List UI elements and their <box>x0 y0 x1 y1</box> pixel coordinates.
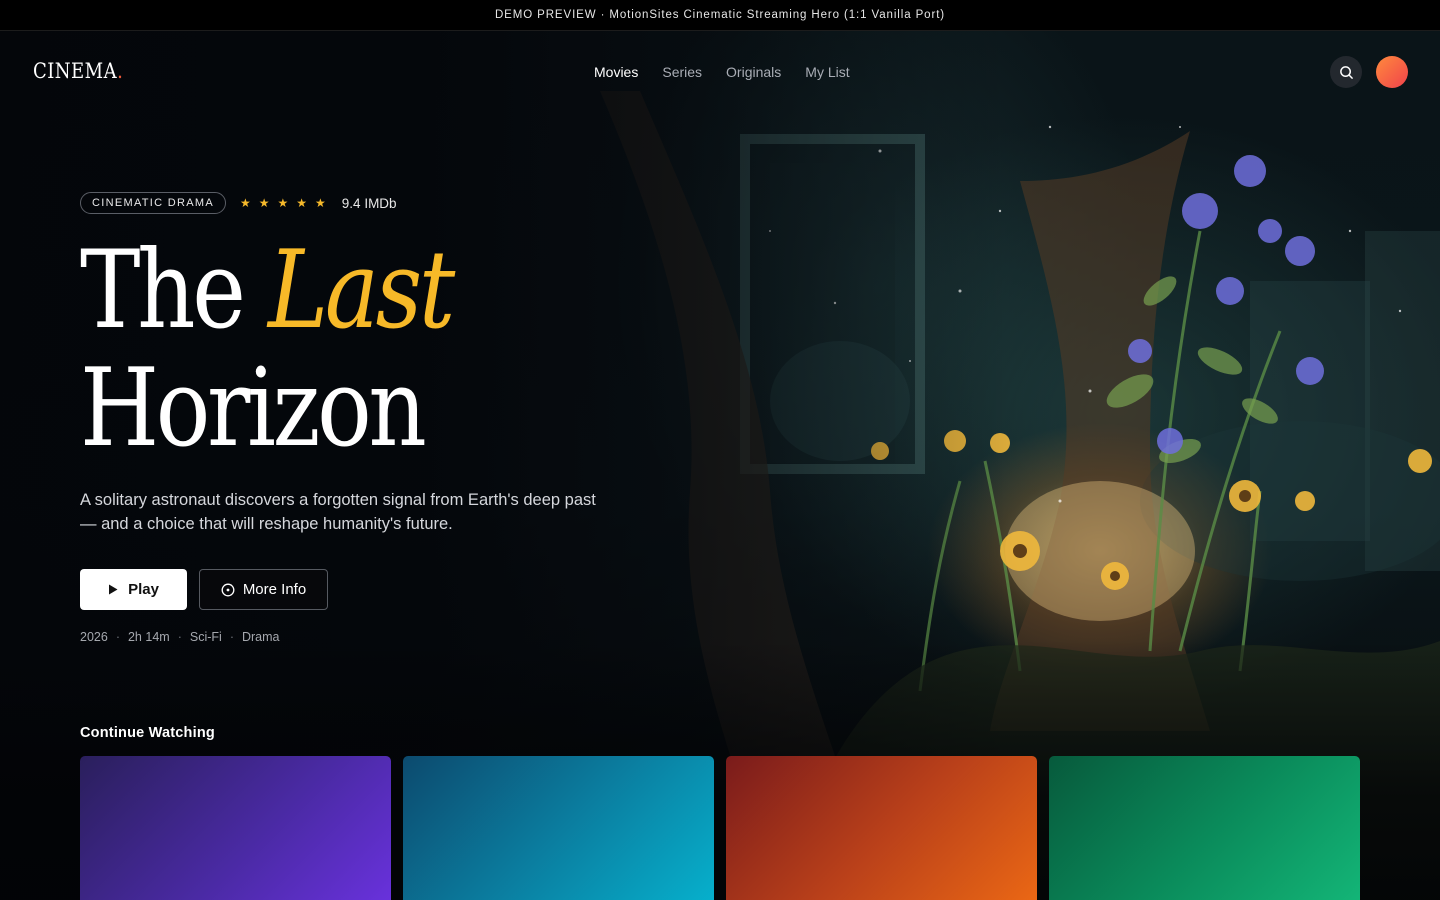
title-line-1: The Last <box>80 232 550 350</box>
demo-banner: DEMO PREVIEW · MotionSites Cinematic Str… <box>0 0 1440 31</box>
nav-link-originals[interactable]: Originals <box>726 64 781 80</box>
search-icon <box>1339 65 1353 79</box>
top-navigation: CINEMA. Movies Series Originals My List <box>0 31 1440 113</box>
rating-stars: ★ ★ ★ ★ ★ <box>240 196 326 210</box>
hero-content: CINEMATIC DRAMA ★ ★ ★ ★ ★ 9.4 IMDb The L… <box>80 192 640 644</box>
fact-genre-scifi: Sci-Fi <box>189 630 222 644</box>
fact-duration: 2h 14m <box>127 630 170 644</box>
continue-watching-card[interactable] <box>403 756 714 900</box>
fact-separator: · <box>229 630 234 644</box>
more-info-button[interactable]: More Info <box>199 569 328 610</box>
star-icon: ★ <box>277 196 289 210</box>
more-info-button-label: More Info <box>242 581 307 598</box>
user-avatar[interactable] <box>1376 56 1408 88</box>
play-button[interactable]: Play <box>80 569 187 610</box>
demo-banner-text: DEMO PREVIEW · MotionSites Cinematic Str… <box>494 9 946 21</box>
title-word-last: Last <box>268 228 455 353</box>
cinema-logo[interactable]: CINEMA. <box>33 59 123 83</box>
star-icon: ★ <box>315 196 326 210</box>
logo-dot: . <box>117 59 124 83</box>
title-line-2: Horizon <box>80 346 427 471</box>
play-icon <box>109 584 118 595</box>
nav-link-series[interactable]: Series <box>662 64 702 80</box>
fact-separator: · <box>115 630 120 644</box>
movie-facts: 2026 · 2h 14m · Sci-Fi · Drama <box>80 630 280 644</box>
genre-badge: CINEMATIC DRAMA <box>80 192 226 214</box>
continue-watching-card[interactable] <box>1049 756 1360 900</box>
fact-separator: · <box>177 630 182 644</box>
continue-watching-card[interactable] <box>80 756 391 900</box>
hero-meta-row: CINEMATIC DRAMA ★ ★ ★ ★ ★ 9.4 IMDb <box>80 192 640 214</box>
hero-actions: Play More Info <box>80 569 328 610</box>
continue-watching-row <box>80 756 1360 900</box>
imdb-rating: 9.4 IMDb <box>341 195 397 211</box>
fact-year: 2026 <box>80 630 108 644</box>
search-button[interactable] <box>1330 56 1362 88</box>
nav-link-my-list[interactable]: My List <box>805 64 849 80</box>
continue-watching-card[interactable] <box>726 756 1037 900</box>
continue-watching-title: Continue Watching <box>80 725 215 741</box>
nav-links: Movies Series Originals My List <box>594 64 850 80</box>
fact-genre-drama: Drama <box>241 630 280 644</box>
info-icon <box>221 583 235 596</box>
star-icon: ★ <box>296 196 308 210</box>
nav-link-movies[interactable]: Movies <box>594 64 638 80</box>
logo-text: CINEMA <box>33 59 118 83</box>
play-button-label: Play <box>128 581 159 598</box>
movie-description: A solitary astronaut discovers a forgott… <box>80 491 596 533</box>
star-icon: ★ <box>258 196 270 210</box>
title-word-the: The <box>80 228 246 353</box>
movie-title: The Last Horizon <box>80 232 550 468</box>
star-icon: ★ <box>239 196 251 210</box>
